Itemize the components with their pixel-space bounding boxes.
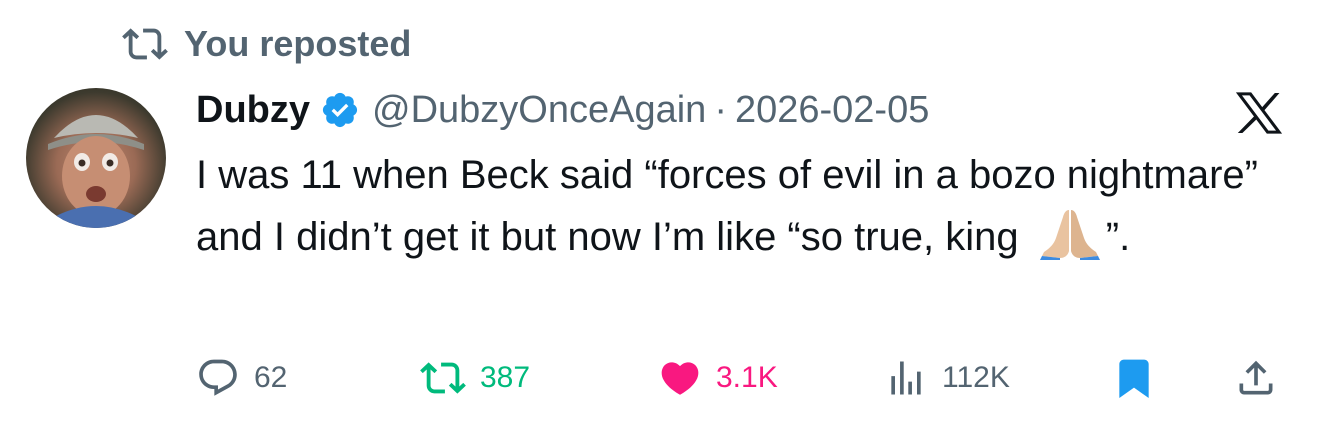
share-icon (1239, 360, 1273, 395)
tweet-text-end: ”. (1105, 215, 1131, 259)
separator-dot: · (714, 88, 727, 131)
views-chart-icon (891, 361, 921, 395)
tweet-actions-bar: 62 387 3.1K 112K (0, 350, 1320, 406)
tweet-date[interactable]: 2026-02-05 (735, 89, 929, 132)
like-button[interactable]: 3.1K (658, 350, 778, 406)
reply-button[interactable]: 62 (196, 350, 287, 406)
retweet-icon (122, 21, 168, 67)
repost-label: You reposted (184, 23, 412, 64)
author-display-name[interactable]: Dubzy (196, 89, 310, 132)
retweet-icon (420, 362, 466, 394)
views-button[interactable]: 112K (884, 350, 1010, 406)
share-button[interactable] (1234, 350, 1278, 406)
folded-hands-icon (1039, 210, 1100, 260)
repost-header: You reposted (122, 18, 411, 70)
verified-badge-icon (322, 92, 358, 128)
like-count: 3.1K (716, 361, 778, 394)
avatar[interactable] (26, 88, 166, 228)
reply-icon (199, 359, 237, 396)
bookmark-icon (1119, 359, 1149, 399)
reply-count: 62 (254, 361, 288, 394)
author-handle[interactable]: @DubzyOnceAgain (372, 89, 706, 132)
heart-icon (661, 362, 699, 395)
tweet-text: I was 11 when Beck said “forces of evil … (196, 144, 1276, 268)
x-logo-icon (1236, 92, 1282, 134)
views-count: 112K (942, 361, 1010, 394)
retweet-button[interactable]: 387 (420, 350, 530, 406)
tweet-author-row: Dubzy @DubzyOnceAgain · 2026-02-05 (196, 82, 929, 138)
bookmark-button[interactable] (1112, 350, 1156, 406)
retweet-count: 387 (480, 361, 531, 394)
